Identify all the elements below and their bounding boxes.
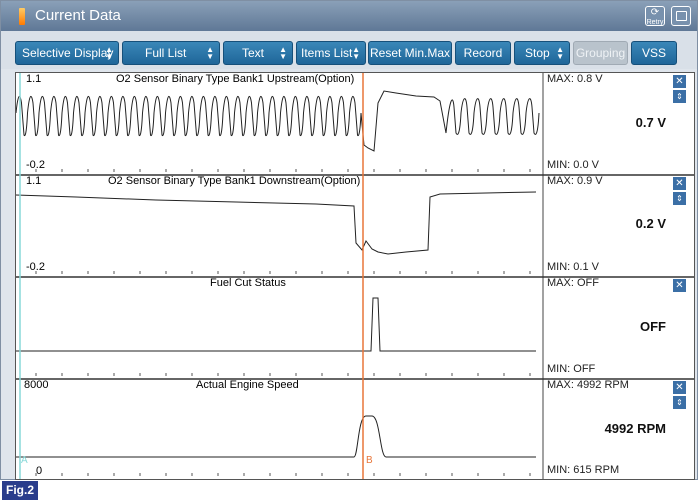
window-title: Current Data bbox=[35, 7, 121, 24]
updown-arrow-icon: ▲ ▼ bbox=[105, 45, 113, 61]
channel-3-name: Fuel Cut Status bbox=[210, 277, 286, 289]
updown-arrow-icon: ▲ ▼ bbox=[556, 45, 564, 61]
channel-2-max: MAX: 0.9 V bbox=[547, 175, 603, 187]
figure-label: Fig.2 bbox=[2, 481, 39, 500]
maximize-button[interactable] bbox=[671, 6, 691, 26]
updown-arrow-icon: ▲ ▼ bbox=[279, 45, 287, 61]
full-list-dropdown[interactable]: Full List ▲ ▼ bbox=[122, 41, 220, 65]
selective-display-label: Selective Display bbox=[22, 46, 114, 60]
channel-3-current-value: OFF bbox=[640, 319, 666, 334]
updown-arrow-icon: ▲ ▼ bbox=[352, 45, 360, 61]
channel-3-min: MIN: OFF bbox=[547, 363, 596, 375]
title-bar: Current Data ⟳ Retry bbox=[1, 1, 697, 31]
close-channel-2-icon[interactable]: ✕ bbox=[673, 177, 686, 190]
downstream-o2-trace bbox=[16, 191, 537, 255]
move-channel-4-icon[interactable]: ⇕ bbox=[673, 396, 686, 409]
channel-2-current-value: 0.2 V bbox=[635, 216, 666, 231]
move-channel-1-icon[interactable]: ⇕ bbox=[673, 90, 686, 103]
reset-min-max-label: Reset Min.Max bbox=[369, 46, 451, 60]
stop-dropdown[interactable]: Stop ▲ ▼ bbox=[514, 41, 570, 65]
grouping-button[interactable]: Grouping bbox=[573, 41, 628, 65]
graph-canvas bbox=[16, 73, 694, 479]
channel-4-y-max: 8000 bbox=[24, 379, 49, 391]
close-channel-4-icon[interactable]: ✕ bbox=[673, 381, 686, 394]
channel-2-y-min: -0.2 bbox=[26, 261, 45, 273]
full-list-label: Full List bbox=[145, 46, 187, 60]
retry-label: Retry bbox=[646, 19, 664, 26]
text-dropdown[interactable]: Text ▲ ▼ bbox=[223, 41, 293, 65]
channel-1-min: MIN: 0.0 V bbox=[547, 159, 599, 171]
data-graph-panel: A B 1.1 -0.2 O2 Sensor Binary Type Bank1… bbox=[15, 72, 695, 480]
refresh-icon: ⟳ bbox=[650, 7, 660, 18]
channel-1-max: MAX: 0.8 V bbox=[547, 73, 603, 85]
move-channel-2-icon[interactable]: ⇕ bbox=[673, 192, 686, 205]
channel-1-y-max: 1.1 bbox=[26, 73, 42, 85]
reset-min-max-button[interactable]: Reset Min.Max bbox=[368, 41, 452, 65]
fuel-cut-trace bbox=[16, 297, 536, 352]
record-button[interactable]: Record bbox=[455, 41, 511, 65]
items-list-label: Items List bbox=[301, 46, 353, 60]
cursor-a-label: A bbox=[21, 455, 28, 466]
channel-2-min: MIN: 0.1 V bbox=[547, 261, 599, 273]
current-data-window: Current Data ⟳ Retry Selective Display ▲ ▼ … bbox=[0, 0, 698, 480]
cursor-b-label: B bbox=[366, 455, 373, 466]
channel-4-current-value: 4992 RPM bbox=[604, 421, 666, 436]
upstream-o2-trace bbox=[16, 90, 540, 152]
channel-2-name: O2 Sensor Binary Type Bank1 Downstream(O… bbox=[108, 175, 361, 187]
toolbar: Selective Display ▲ ▼ Full List ▲ ▼ Text ▲ ▼ I… bbox=[1, 31, 697, 69]
channel-1-current-value: 0.7 V bbox=[635, 115, 666, 130]
channel-1-name: O2 Sensor Binary Type Bank1 Upstream(Opt… bbox=[116, 73, 355, 85]
retry-button[interactable]: ⟳ Retry bbox=[645, 6, 665, 26]
stop-label: Stop bbox=[525, 46, 550, 60]
selective-display-dropdown[interactable]: Selective Display ▲ ▼ bbox=[15, 41, 119, 65]
title-status-icon bbox=[19, 8, 25, 25]
updown-arrow-icon: ▲ ▼ bbox=[206, 45, 214, 61]
items-list-dropdown[interactable]: Items List ▲ ▼ bbox=[296, 41, 366, 65]
channel-4-min: MIN: 615 RPM bbox=[547, 464, 620, 476]
channel-4-max: MAX: 4992 RPM bbox=[547, 379, 629, 391]
vss-label: VSS bbox=[641, 46, 666, 60]
text-label: Text bbox=[242, 46, 265, 60]
engine-speed-trace bbox=[16, 415, 536, 458]
close-channel-3-icon[interactable]: ✕ bbox=[673, 279, 686, 292]
grouping-label: Grouping bbox=[575, 46, 626, 60]
channel-2-y-max: 1.1 bbox=[26, 175, 42, 187]
record-label: Record bbox=[463, 46, 503, 60]
time-axis-ticks bbox=[35, 169, 531, 476]
vss-button[interactable]: VSS bbox=[631, 41, 677, 65]
channel-4-y-min: 0 bbox=[36, 465, 43, 477]
channel-1-y-min: -0.2 bbox=[26, 159, 45, 171]
channel-4-name: Actual Engine Speed bbox=[196, 379, 299, 391]
close-channel-1-icon[interactable]: ✕ bbox=[673, 75, 686, 88]
channel-3-max: MAX: OFF bbox=[547, 277, 599, 289]
